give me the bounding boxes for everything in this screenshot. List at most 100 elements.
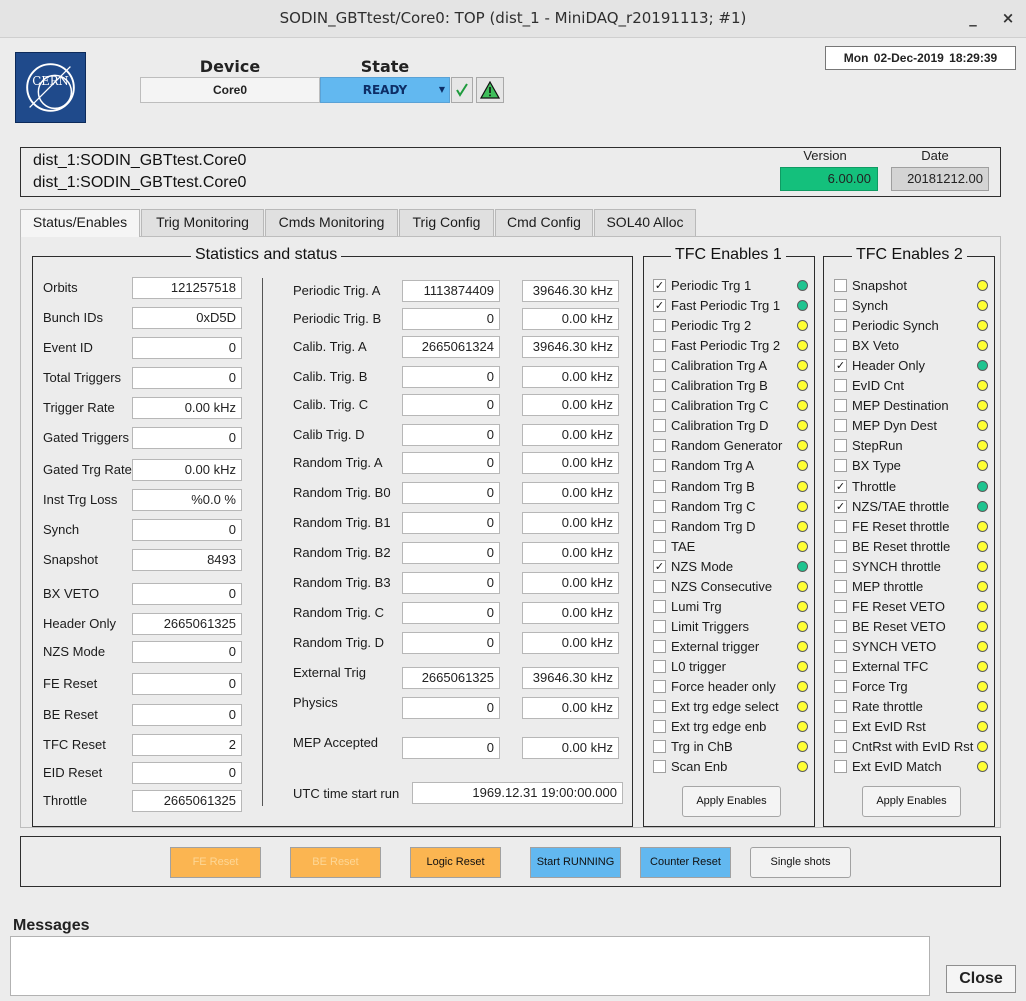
device-path-2: dist_1:SODIN_GBTtest.Core0 [33, 174, 247, 191]
checkbox[interactable] [834, 419, 847, 432]
tab-cmds-monitoring[interactable]: Cmds Monitoring [265, 209, 398, 236]
checkbox[interactable] [653, 740, 666, 753]
command-panel [20, 836, 1001, 887]
checkbox[interactable] [834, 279, 847, 292]
checkbox[interactable]: ✓ [653, 560, 666, 573]
checkbox[interactable] [653, 359, 666, 372]
checkbox[interactable] [653, 700, 666, 713]
status-led-icon [977, 681, 988, 692]
minimize-button[interactable]: _ [961, 6, 985, 30]
checkbox[interactable] [834, 339, 847, 352]
checkbox[interactable] [653, 600, 666, 613]
checkbox[interactable] [834, 760, 847, 773]
tab-trig-monitoring[interactable]: Trig Monitoring [141, 209, 264, 236]
enable-label: Rate throttle [852, 699, 923, 714]
stat-value-field: 121257518 [132, 277, 242, 299]
status-led-icon [797, 561, 808, 572]
status-led-icon [977, 481, 988, 492]
tab-cmd-config[interactable]: Cmd Config [495, 209, 593, 236]
checkbox[interactable] [834, 740, 847, 753]
window-close-button[interactable]: × [996, 6, 1020, 30]
stat-value-field: 0 [132, 762, 242, 784]
stat-label: Throttle [43, 793, 88, 808]
status-led-icon [977, 360, 988, 371]
checkbox[interactable] [834, 660, 847, 673]
checkbox[interactable] [653, 540, 666, 553]
checkbox[interactable] [653, 640, 666, 653]
checkbox[interactable] [834, 299, 847, 312]
close-button[interactable]: Close [946, 965, 1016, 993]
confirm-state-button[interactable] [451, 77, 473, 103]
checkbox[interactable] [653, 760, 666, 773]
checkbox[interactable]: ✓ [653, 299, 666, 312]
status-led-icon [797, 661, 808, 672]
checkbox[interactable] [653, 660, 666, 673]
checkbox[interactable] [834, 720, 847, 733]
checkbox[interactable] [834, 580, 847, 593]
status-led-icon [797, 440, 808, 451]
state-dropdown[interactable]: READY ▼ [320, 77, 450, 103]
enable-label: Trg in ChB [671, 739, 733, 754]
checkbox[interactable] [653, 720, 666, 733]
status-led-icon [977, 701, 988, 712]
checkbox[interactable]: ✓ [834, 359, 847, 372]
checkbox[interactable] [653, 419, 666, 432]
checkbox[interactable] [834, 700, 847, 713]
trigger-label: External Trig [293, 665, 366, 680]
checkbox[interactable] [653, 459, 666, 472]
logic-reset-button[interactable]: Logic Reset [410, 847, 501, 878]
checkbox[interactable] [834, 319, 847, 332]
tab-sol40-alloc[interactable]: SOL40 Alloc [594, 209, 696, 236]
status-led-icon [977, 721, 988, 732]
warning-button[interactable] [476, 77, 504, 103]
status-led-icon [977, 320, 988, 331]
enable-label: EvID Cnt [852, 378, 905, 393]
checkbox[interactable] [834, 540, 847, 553]
start-running-button[interactable]: Start RUNNING [530, 847, 621, 878]
checkbox[interactable] [653, 500, 666, 513]
trigger-rate-field: 0.00 kHz [522, 737, 619, 759]
checkbox[interactable]: ✓ [834, 500, 847, 513]
checkbox[interactable] [653, 580, 666, 593]
checkbox[interactable] [653, 319, 666, 332]
counter-reset-button[interactable]: Counter Reset [640, 847, 731, 878]
checkbox[interactable] [653, 379, 666, 392]
messages-box[interactable] [10, 936, 930, 996]
checkbox[interactable]: ✓ [834, 480, 847, 493]
be-reset-button[interactable]: BE Reset [290, 847, 381, 878]
apply-enables-1-button[interactable]: Apply Enables [682, 786, 781, 817]
checkbox[interactable]: ✓ [653, 279, 666, 292]
stat-value-field: %0.0 % [132, 489, 242, 511]
checkbox[interactable] [834, 600, 847, 613]
checkbox[interactable] [653, 439, 666, 452]
trigger-count-field: 0 [402, 308, 500, 330]
checkbox[interactable] [834, 439, 847, 452]
apply-enables-2-button[interactable]: Apply Enables [862, 786, 961, 817]
stat-label: Bunch IDs [43, 310, 103, 325]
tab-trig-config[interactable]: Trig Config [399, 209, 494, 236]
utc-start-field: 1969.12.31 19:00:00.000 [412, 782, 623, 804]
checkbox[interactable] [834, 459, 847, 472]
checkbox[interactable] [653, 339, 666, 352]
checkbox[interactable] [653, 399, 666, 412]
checkbox[interactable] [653, 480, 666, 493]
stat-value-field: 2665061325 [132, 613, 242, 635]
tab-status-enables[interactable]: Status/Enables [20, 209, 140, 237]
checkbox[interactable] [653, 620, 666, 633]
checkbox[interactable] [834, 520, 847, 533]
trigger-rate-field: 0.00 kHz [522, 394, 619, 416]
date-value: 20181212.00 [891, 167, 989, 191]
checkbox[interactable] [834, 620, 847, 633]
checkbox[interactable] [653, 680, 666, 693]
single-shots-button[interactable]: Single shots [750, 847, 851, 878]
checkbox[interactable] [834, 399, 847, 412]
trigger-label: Random Trig. B1 [293, 515, 391, 530]
checkbox[interactable] [834, 560, 847, 573]
checkbox[interactable] [834, 680, 847, 693]
checkbox[interactable] [653, 520, 666, 533]
checkbox[interactable] [834, 640, 847, 653]
enable-label: Periodic Trg 2 [671, 318, 752, 333]
status-led-icon [977, 280, 988, 291]
checkbox[interactable] [834, 379, 847, 392]
fe-reset-button[interactable]: FE Reset [170, 847, 261, 878]
